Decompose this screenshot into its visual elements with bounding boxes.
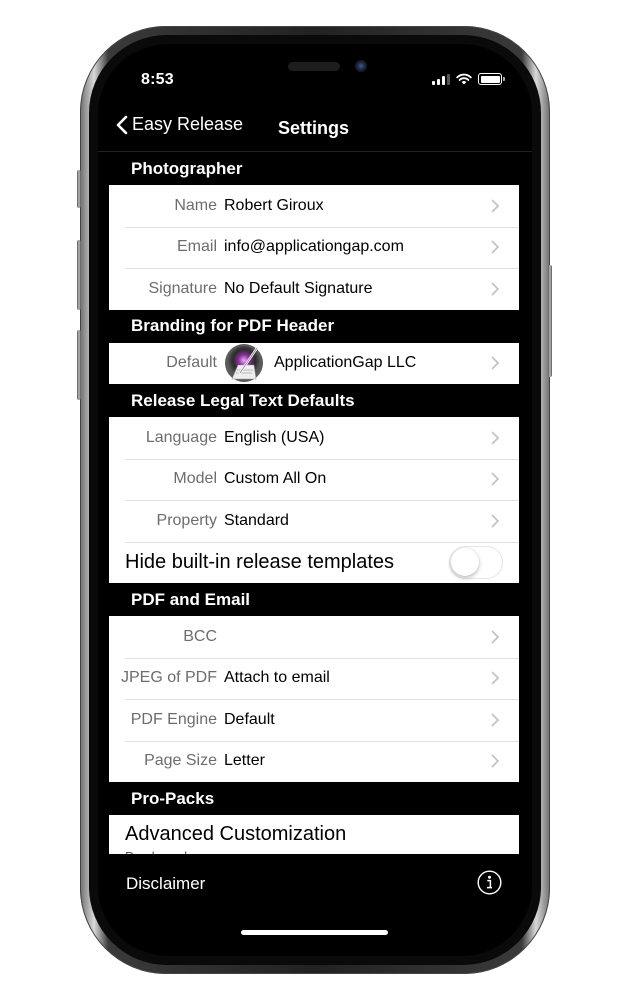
navigation-bar: Easy Release Settings	[98, 106, 532, 152]
chevron-right-icon	[491, 514, 500, 528]
back-button-label: Easy Release	[132, 114, 244, 134]
row-pdf-engine[interactable]: PDF Engine Default	[109, 699, 519, 741]
section-header-propacks: Pro-Packs	[131, 788, 215, 808]
row-label: Model	[173, 470, 217, 488]
chevron-right-icon	[491, 431, 500, 445]
row-property[interactable]: Property Standard	[109, 500, 519, 542]
row-jpeg-of-pdf[interactable]: JPEG of PDF Attach to email	[109, 657, 519, 700]
section-header-legal: Release Legal Text Defaults	[131, 390, 355, 410]
row-label: Property	[156, 511, 217, 529]
row-value: Custom All On	[224, 470, 327, 488]
page-title: Settings	[278, 118, 350, 138]
propack-title: Advanced Customization	[125, 823, 347, 845]
battery-icon	[478, 73, 505, 85]
row-value: Letter	[224, 752, 265, 770]
toggle-knob	[451, 547, 479, 576]
row-value: Robert Giroux	[224, 196, 324, 214]
app-logo-icon	[225, 344, 263, 383]
row-email[interactable]: Email info@applicationgap.com	[109, 226, 519, 269]
power-button	[548, 265, 552, 377]
row-value: Standard	[224, 511, 289, 529]
chevron-right-icon	[491, 630, 500, 644]
hide-templates-toggle[interactable]	[449, 545, 503, 579]
volume-up-button	[77, 240, 81, 310]
row-name[interactable]: Name Robert Giroux	[109, 185, 519, 227]
speaker-grille	[288, 62, 340, 71]
chevron-right-icon	[491, 754, 500, 768]
row-value: Default	[224, 710, 275, 728]
chevron-right-icon	[491, 282, 500, 296]
row-page-size[interactable]: Page Size Letter	[109, 740, 519, 783]
row-label: Signature	[148, 279, 218, 297]
chevron-right-icon	[491, 671, 500, 685]
row-value: info@applicationgap.com	[224, 238, 404, 256]
row-value: ApplicationGap LLC	[274, 354, 417, 372]
section-header-photographer: Photographer	[131, 158, 243, 178]
disclaimer-button[interactable]: Disclaimer	[126, 874, 205, 894]
back-button[interactable]: Easy Release	[116, 114, 243, 135]
row-value: English (USA)	[224, 428, 325, 446]
row-label: Language	[145, 428, 217, 446]
front-camera	[355, 60, 367, 72]
info-icon[interactable]	[477, 870, 502, 895]
legal-group: Language English (USA) Model Custom All …	[109, 417, 519, 583]
toggle-label: Hide built-in release templates	[125, 550, 395, 573]
row-hide-templates: Hide built-in release templates	[109, 541, 519, 584]
photographer-group: Name Robert Giroux Email info@applicatio…	[109, 185, 519, 310]
settings-table[interactable]: Photographer Name Robert Giroux Email in…	[109, 152, 519, 854]
chevron-right-icon	[491, 356, 500, 370]
chevron-right-icon	[491, 199, 500, 213]
chevron-right-icon	[491, 240, 500, 254]
pdf-email-group: BCC JPEG of PDF Attach to email PDF Engi…	[109, 616, 519, 782]
row-branding-default[interactable]: Default ApplicationGap LLC	[109, 343, 519, 385]
row-label: BCC	[183, 627, 217, 645]
chevron-right-icon	[491, 472, 500, 486]
row-label: Name	[174, 196, 217, 214]
chevron-left-icon	[116, 115, 128, 134]
row-advanced-customization[interactable]: Advanced Customization Purchased	[109, 815, 519, 854]
row-model[interactable]: Model Custom All On	[109, 458, 519, 501]
bottom-toolbar: Disclaimer	[98, 854, 532, 914]
row-language[interactable]: Language English (USA)	[109, 417, 519, 459]
cellular-signal-icon	[432, 73, 450, 85]
branding-group: Default ApplicationGap LLC	[109, 342, 519, 385]
row-label: Email	[176, 238, 217, 256]
row-signature[interactable]: Signature No Default Signature	[109, 268, 519, 310]
row-label: JPEG of PDF	[120, 669, 217, 687]
home-indicator[interactable]	[241, 930, 388, 935]
wifi-icon	[456, 73, 472, 85]
screen: 8:53 Easy Release Settings Photographer …	[98, 44, 532, 956]
row-value: Attach to email	[224, 669, 330, 687]
silent-switch	[77, 170, 81, 208]
row-bcc[interactable]: BCC	[109, 616, 519, 658]
row-value: No Default Signature	[224, 279, 373, 297]
chevron-right-icon	[491, 713, 500, 727]
volume-down-button	[77, 330, 81, 400]
status-time: 8:53	[141, 71, 174, 88]
section-header-pdf-email: PDF and Email	[131, 589, 251, 609]
row-label: Default	[166, 354, 217, 372]
section-header-branding: Branding for PDF Header	[131, 316, 335, 335]
status-icons	[432, 73, 505, 85]
row-label: PDF Engine	[130, 710, 217, 728]
row-label: Page Size	[144, 752, 217, 770]
